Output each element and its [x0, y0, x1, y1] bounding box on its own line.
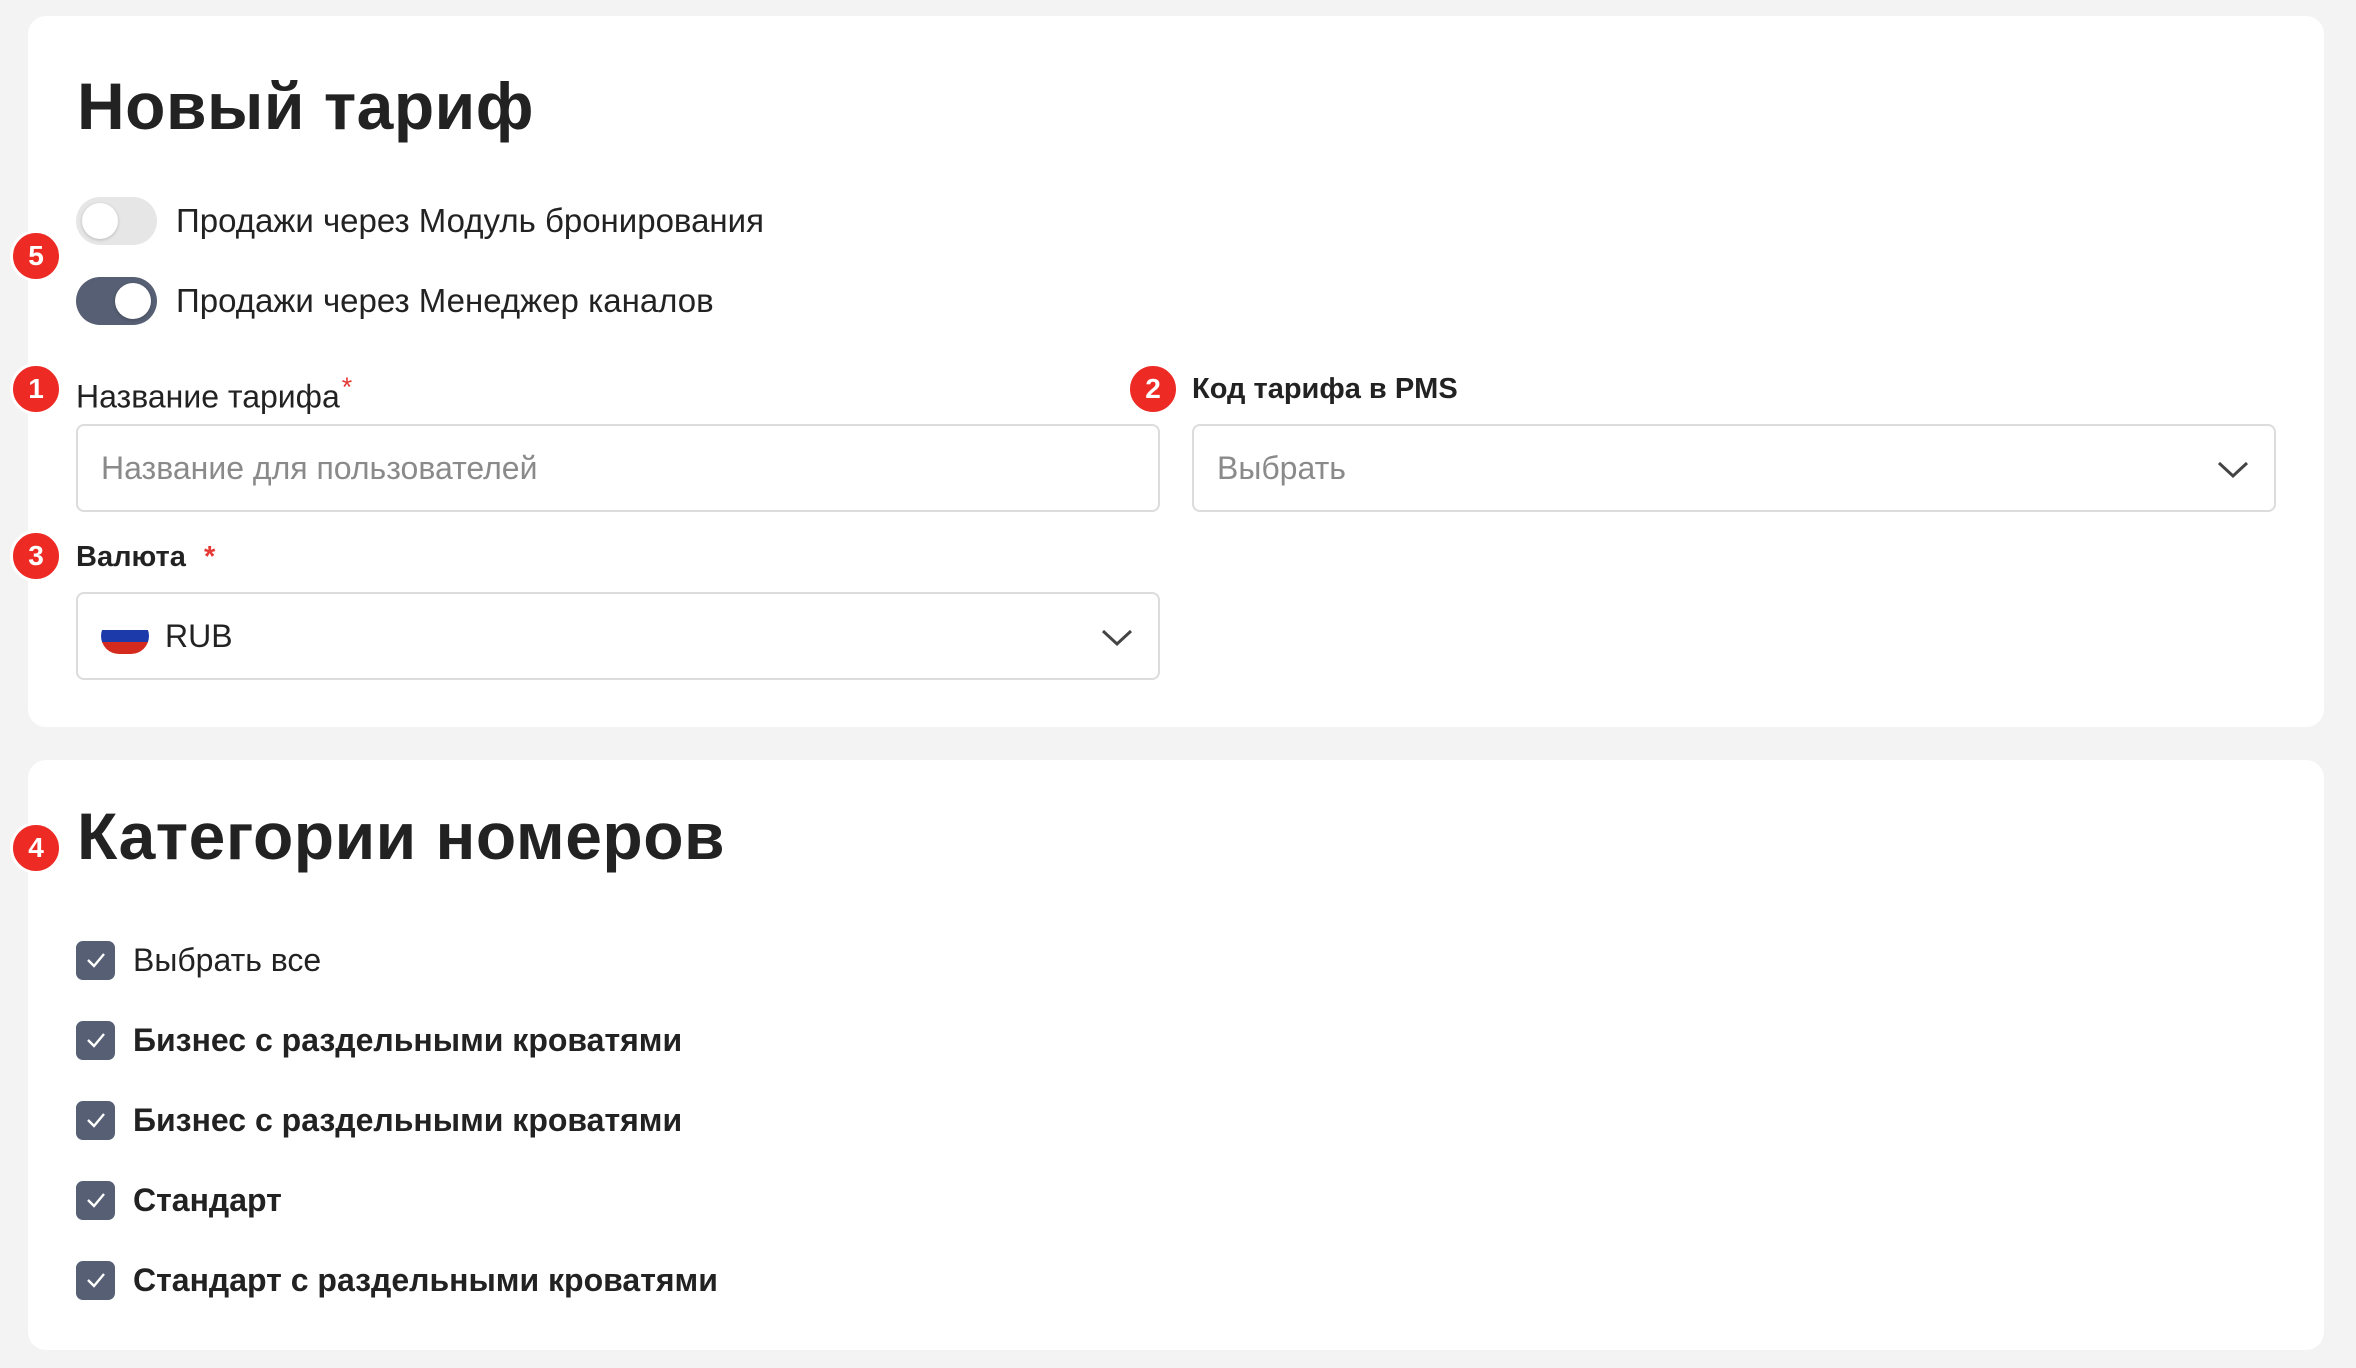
select-all-checkbox-row[interactable]: Выбрать все	[76, 939, 321, 981]
categories-title: Категории номеров	[77, 799, 726, 873]
tariff-card: Новый тариф Продажи через Модуль брониро…	[28, 16, 2324, 727]
chevron-down-icon	[2217, 461, 2249, 479]
check-icon	[86, 1113, 105, 1128]
tariff-name-label: Название тарифа*	[76, 372, 353, 415]
category-label: Стандарт с раздельными кроватями	[133, 1261, 718, 1298]
chevron-down-icon	[1101, 629, 1133, 647]
currency-select[interactable]: RUB	[76, 592, 1160, 680]
annotation-badge-1: 1	[10, 363, 62, 415]
toggle-row-booking-module[interactable]: Продажи через Модуль бронирования	[76, 194, 764, 248]
check-icon	[86, 1273, 105, 1288]
channel-manager-toggle-label: Продажи через Менеджер каналов	[176, 282, 714, 319]
booking-module-toggle[interactable]	[76, 197, 157, 245]
category-label: Стандарт	[133, 1181, 282, 1218]
tariff-name-input[interactable]: Название для пользователей	[76, 424, 1160, 512]
select-all-checkbox[interactable]	[76, 940, 115, 980]
category-checkbox[interactable]	[76, 1020, 115, 1060]
categories-card: Категории номеров Выбрать все Бизнес с р…	[28, 760, 2324, 1350]
toggle-row-channel-manager[interactable]: Продажи через Менеджер каналов	[76, 274, 714, 328]
category-item[interactable]: Стандарт с раздельными кроватями	[76, 1259, 718, 1301]
category-label: Бизнес с раздельными кроватями	[133, 1101, 683, 1138]
check-icon	[86, 1033, 105, 1048]
annotation-badge-4: 4	[10, 822, 62, 874]
category-item[interactable]: Бизнес с раздельными кроватями	[76, 1099, 682, 1141]
category-label: Бизнес с раздельными кроватями	[133, 1021, 683, 1058]
select-all-label: Выбрать все	[133, 941, 322, 978]
annotation-badge-5: 5	[10, 230, 62, 282]
russia-flag-icon	[101, 618, 149, 654]
pms-code-label: Код тарифа в PMS	[1192, 373, 1458, 405]
currency-label: Валюта *	[76, 541, 216, 573]
channel-manager-toggle[interactable]	[76, 277, 157, 325]
page-title: Новый тариф	[77, 69, 534, 143]
category-checkbox[interactable]	[76, 1100, 115, 1140]
annotation-badge-2: 2	[1127, 363, 1179, 415]
category-item[interactable]: Стандарт	[76, 1179, 282, 1221]
annotation-badge-3: 3	[10, 530, 62, 582]
check-icon	[86, 953, 105, 968]
category-checkbox[interactable]	[76, 1260, 115, 1300]
booking-module-toggle-label: Продажи через Модуль бронирования	[176, 202, 764, 239]
check-icon	[86, 1193, 105, 1208]
category-checkbox[interactable]	[76, 1180, 115, 1220]
pms-code-select[interactable]: Выбрать	[1192, 424, 2276, 512]
category-item[interactable]: Бизнес с раздельными кроватями	[76, 1019, 682, 1061]
